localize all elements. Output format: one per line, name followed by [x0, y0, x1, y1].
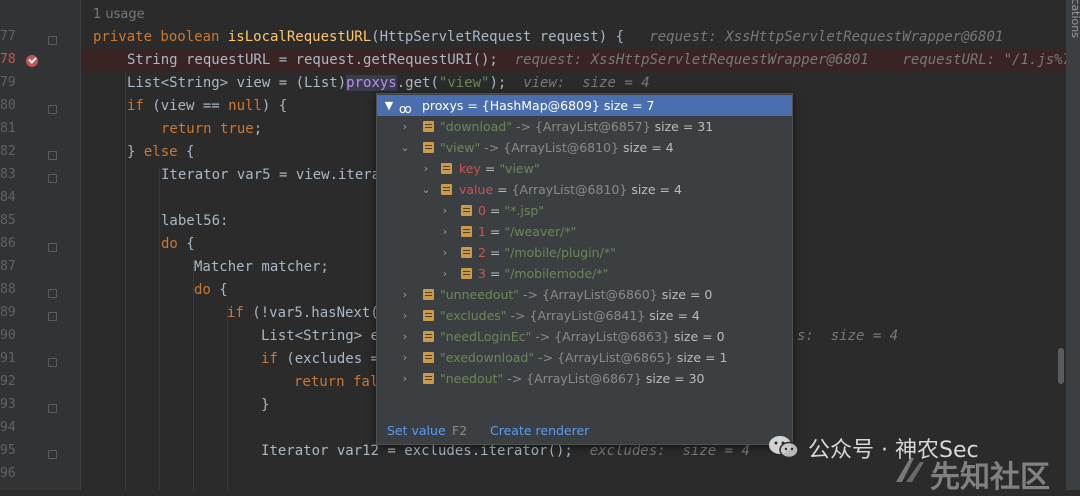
- line-number: 84: [0, 190, 16, 205]
- fold-icon[interactable]: [48, 151, 57, 160]
- fold-icon[interactable]: [48, 312, 57, 321]
- highlighted-variable: proxys: [346, 75, 397, 91]
- fold-icon[interactable]: [48, 358, 57, 367]
- line-number: 95: [0, 443, 16, 458]
- line-number: 87: [0, 259, 16, 274]
- wechat-logo-icon: [769, 436, 799, 459]
- tree-row-root[interactable]: ▼ oo proxys = {HashMap@6809} size = 7: [377, 95, 792, 116]
- chevron-right-icon[interactable]: ›: [400, 368, 410, 389]
- fold-icon[interactable]: [48, 105, 57, 114]
- field-icon: [423, 289, 434, 300]
- chevron-right-icon[interactable]: ›: [400, 116, 410, 137]
- line-number: 81: [0, 121, 16, 136]
- line-number: 94: [0, 420, 16, 435]
- breakpoint-icon[interactable]: [26, 55, 38, 67]
- line-number-gutter: 77 78 79 80 81 82 83 84 85 86 87 88 89 9…: [0, 0, 81, 490]
- field-icon: [423, 331, 434, 342]
- tree-row-item-3[interactable]: › 3 = "/mobilemode/*": [377, 263, 792, 284]
- line-number: 79: [0, 75, 16, 90]
- chevron-right-icon[interactable]: ›: [400, 305, 410, 326]
- fold-icon[interactable]: [48, 174, 57, 183]
- chevron-right-icon[interactable]: ›: [421, 158, 431, 179]
- code-hint-90: s: size = 4: [797, 328, 899, 344]
- editor-scrollbar-thumb[interactable]: [1058, 348, 1064, 384]
- notifications-tab[interactable]: Notifications: [1069, 0, 1080, 38]
- set-value-shortcut: F2: [452, 423, 468, 438]
- line-number: 83: [0, 167, 16, 182]
- popup-footer: Set value F2 Create renderer: [377, 418, 792, 444]
- chevron-right-icon[interactable]: ›: [440, 221, 450, 242]
- tree-row-needout[interactable]: › "needout" -> {ArrayList@6867} size = 3…: [377, 368, 792, 389]
- line-number: 92: [0, 374, 16, 389]
- indent-guide: [125, 52, 126, 490]
- chevron-right-icon[interactable]: ›: [400, 284, 410, 305]
- tree-row-key[interactable]: › key = "view": [377, 158, 792, 179]
- line-number: 93: [0, 397, 16, 412]
- line-number: 78: [0, 52, 16, 67]
- line-number: 82: [0, 144, 16, 159]
- line-number: 89: [0, 305, 16, 320]
- tree-row-exedownload[interactable]: › "exedownload" -> {ArrayList@6865} size…: [377, 347, 792, 368]
- fold-icon[interactable]: [48, 450, 57, 459]
- xianzhi-watermark: 先知社区: [930, 460, 1050, 495]
- code-line-78: String requestURL = request.getRequestUR…: [81, 49, 1079, 72]
- field-icon: [423, 310, 434, 321]
- chevron-down-icon[interactable]: ⌄: [421, 179, 431, 200]
- line-number: 91: [0, 351, 16, 366]
- line-number: 96: [0, 466, 16, 481]
- line-number: 80: [0, 98, 16, 113]
- chevron-right-icon[interactable]: ›: [400, 326, 410, 347]
- field-icon: [423, 142, 434, 153]
- variable-inspector-popup[interactable]: ▼ oo proxys = {HashMap@6809} size = 7 › …: [376, 93, 793, 445]
- tree-row-download[interactable]: › "download" -> {ArrayList@6857} size = …: [377, 116, 792, 137]
- fold-icon[interactable]: [48, 36, 57, 45]
- usage-hint[interactable]: 1 usage: [93, 7, 145, 22]
- tree-row-excludes[interactable]: › "excludes" -> {ArrayList@6841} size = …: [377, 305, 792, 326]
- field-icon: [461, 205, 472, 216]
- fold-icon[interactable]: [48, 243, 57, 252]
- tree-row-item-2[interactable]: › 2 = "/mobile/plugin/*": [377, 242, 792, 263]
- xianzhi-logo-icon: [896, 458, 924, 482]
- line-number: 88: [0, 282, 16, 297]
- field-icon: [423, 121, 434, 132]
- indent-guide: [159, 167, 160, 490]
- tree-row-item-0[interactable]: › 0 = "*.jsp": [377, 200, 792, 221]
- indent-guide: [227, 305, 228, 490]
- tree-row-unneedout[interactable]: › "unneedout" -> {ArrayList@6860} size =…: [377, 284, 792, 305]
- field-icon: [441, 163, 452, 174]
- chevron-right-icon[interactable]: ›: [400, 347, 410, 368]
- line-number: 90: [0, 328, 16, 343]
- set-value-link[interactable]: Set value: [387, 418, 446, 444]
- field-icon: [461, 247, 472, 258]
- line-number: 85: [0, 213, 16, 228]
- field-icon: [461, 268, 472, 279]
- right-tool-strip: Notifications: [1066, 0, 1080, 490]
- field-icon: [461, 226, 472, 237]
- chevron-right-icon[interactable]: ›: [440, 263, 450, 284]
- create-renderer-link[interactable]: Create renderer: [490, 418, 589, 444]
- tree-row-item-1[interactable]: › 1 = "/weaver/*": [377, 221, 792, 242]
- chevron-down-icon[interactable]: ▼: [384, 95, 394, 116]
- fold-icon[interactable]: [48, 404, 57, 413]
- chevron-down-icon[interactable]: ⌄: [400, 137, 410, 158]
- code-line-79: List<String> view = (List)proxys.get("vi…: [127, 75, 650, 91]
- line-number: 77: [0, 29, 16, 44]
- code-line-77: private boolean isLocalRequestURL(HttpSe…: [93, 29, 1004, 45]
- chevron-right-icon[interactable]: ›: [440, 200, 450, 221]
- tree-row-value[interactable]: ⌄ value = {ArrayList@6810} size = 4: [377, 179, 792, 200]
- tree-row-needloginec[interactable]: › "needLoginEc" -> {ArrayList@6863} size…: [377, 326, 792, 347]
- chevron-right-icon[interactable]: ›: [440, 242, 450, 263]
- tree-row-view[interactable]: ⌄ "view" -> {ArrayList@6810} size = 4: [377, 137, 792, 158]
- line-number: 86: [0, 236, 16, 251]
- field-icon: [423, 373, 434, 384]
- fold-icon[interactable]: [48, 289, 57, 298]
- field-icon: [423, 352, 434, 363]
- field-icon: [441, 184, 452, 195]
